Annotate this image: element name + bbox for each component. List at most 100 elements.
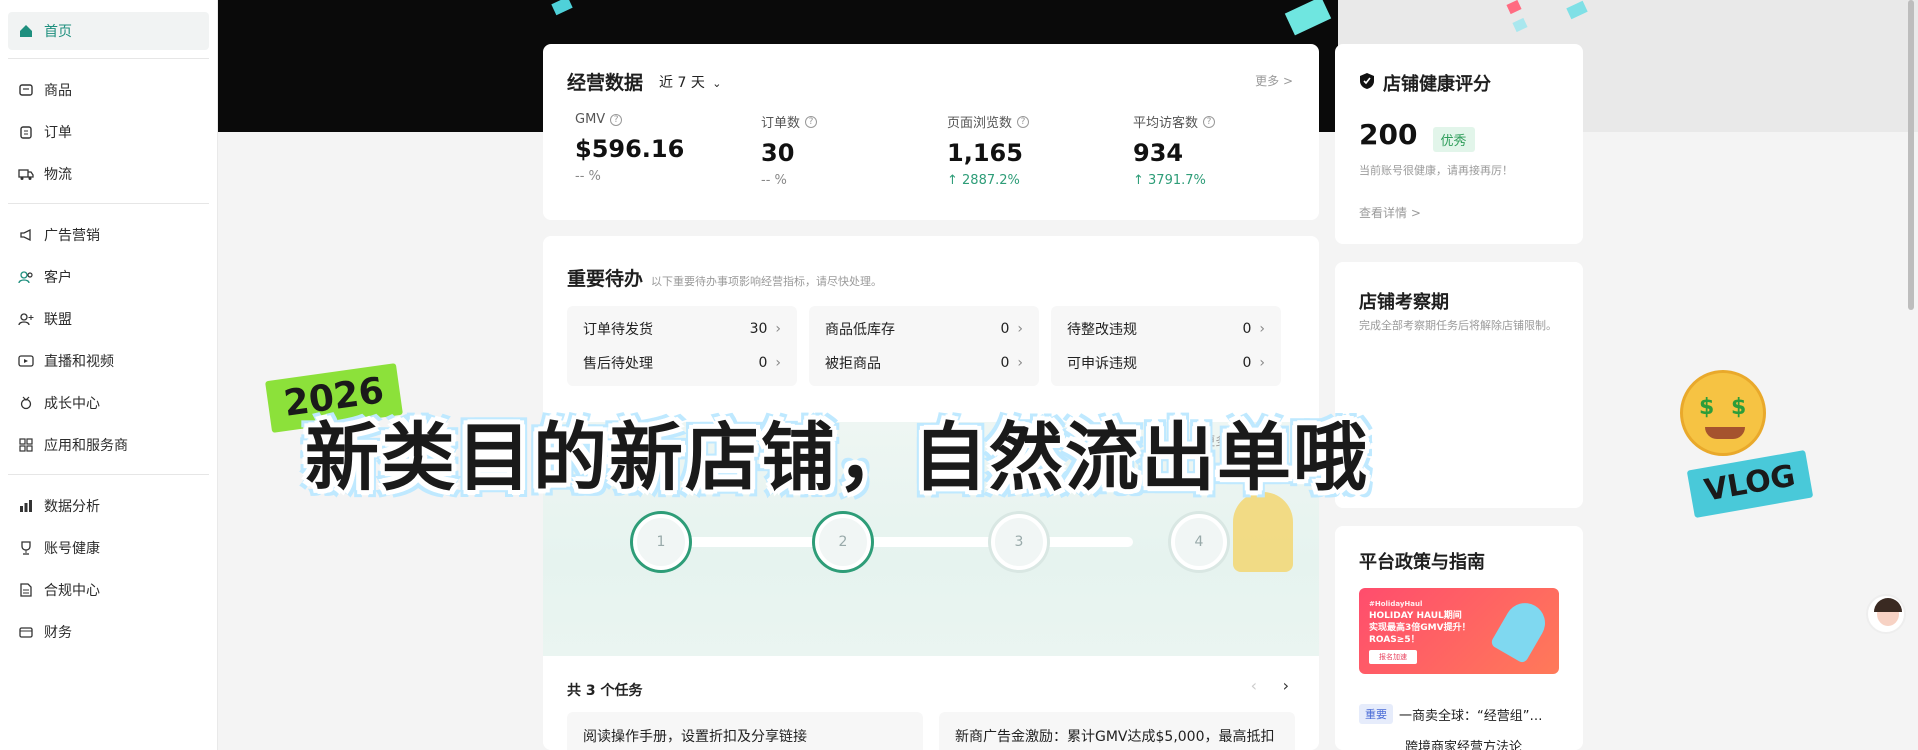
metric-avg-visitors: 平均访客数? 934 ↑ 3791.7% (1133, 112, 1313, 188)
todo-label: 待整改违规 (1067, 322, 1137, 338)
todo-title: 重要待办 (567, 268, 644, 290)
chevron-right-icon: › (1259, 355, 1265, 371)
metric-change: ↑ 3791.7% (1133, 173, 1206, 188)
todo-cell: 商品低库存 0 › 被拒商品 0 › (809, 306, 1039, 386)
health-desc: 当前账号很健康，请再接再厉！ (1359, 164, 1513, 177)
milestone-2[interactable]: 2 (815, 514, 871, 570)
date-range-select[interactable]: 近 7 天 ⌄ (659, 72, 721, 92)
metric-value: 934 (1133, 139, 1184, 167)
confetti-shape (1284, 0, 1332, 36)
truck-icon (18, 166, 34, 182)
sidebar-item-compliance[interactable]: 合规中心 (0, 569, 217, 611)
metric-value: 30 (761, 139, 795, 167)
box-icon (18, 82, 34, 98)
policy-banner[interactable]: #HolidayHaul HOLIDAY HAUL期间 实现最高3倍GMV提升！… (1359, 588, 1559, 674)
sidebar-item-label: 成长中心 (44, 396, 100, 412)
todo-item[interactable]: 可申诉违规 0 › (1051, 346, 1281, 380)
store-health-title: 店铺健康评分 (1383, 74, 1491, 95)
sidebar-item-label: 物流 (44, 167, 72, 183)
rocket-illustration (1489, 595, 1553, 665)
task-text: 阅读操作手册，设置折扣及分享链接 (583, 729, 807, 745)
todo-item[interactable]: 被拒商品 0 › (809, 346, 1039, 380)
prev-arrow-icon[interactable]: ‹ (1251, 676, 1257, 695)
banner-cta-button[interactable]: 报名加速 (1369, 650, 1417, 664)
help-icon[interactable]: ? (1017, 115, 1030, 128)
metric-value: $596.16 (575, 135, 685, 163)
sidebar-item-growth[interactable]: 成长中心 (0, 382, 217, 424)
sidebar-item-affiliate[interactable]: 联盟 (0, 298, 217, 340)
sidebar-item-customers[interactable]: 客户 (0, 256, 217, 298)
banner-line: #HolidayHaul (1369, 600, 1423, 608)
policy-item[interactable]: 跨境商家经营方法论 (1405, 736, 1522, 750)
more-link[interactable]: 更多 > (1255, 72, 1293, 89)
chevron-right-icon: › (1017, 321, 1023, 337)
sidebar-item-label: 客户 (44, 270, 72, 286)
probation-title: 店铺考察期 (1359, 292, 1449, 313)
store-health-card: 店铺健康评分 200 优秀 当前账号很健康，请再接再厉！ 查看详情 > (1335, 44, 1583, 244)
sidebar-item-label: 联盟 (44, 312, 72, 328)
sidebar-item-orders[interactable]: 订单 (0, 111, 217, 153)
metric-label: 订单数 (761, 116, 801, 131)
sidebar-item-label: 合规中心 (44, 583, 100, 599)
milestone-number: 4 (1194, 534, 1204, 550)
banner-line: ROAS≥5！ (1369, 635, 1420, 645)
video-icon (18, 353, 34, 369)
help-icon[interactable]: ? (805, 115, 818, 128)
milestone-3[interactable]: 3 (991, 514, 1047, 570)
probation-desc: 完成全部考察期任务后将解除店铺限制。 (1359, 319, 1557, 332)
metric-change: -- % (575, 169, 601, 184)
chevron-down-icon: ⌄ (712, 76, 722, 90)
milestone-4[interactable]: 4 (1171, 514, 1227, 570)
metric-change: -- % (761, 173, 787, 188)
sidebar-item-label: 商品 (44, 83, 72, 99)
todo-label: 商品低库存 (825, 322, 895, 338)
task-card[interactable]: 阅读操作手册，设置折扣及分享链接 (567, 712, 923, 750)
sidebar-divider (8, 58, 209, 59)
help-icon[interactable]: ? (1203, 115, 1216, 128)
tasks-title: 共 3 个任务 (567, 683, 643, 699)
megaphone-icon (18, 227, 34, 243)
apps-icon (18, 437, 34, 453)
user-plus-icon (18, 311, 34, 327)
todo-cell: 待整改违规 0 › 可申诉违规 0 › (1051, 306, 1281, 386)
sidebar-item-live-video[interactable]: 直播和视频 (0, 340, 217, 382)
todo-item[interactable]: 商品低库存 0 › (809, 312, 1039, 346)
metric-change: ↑ 2887.2% (947, 173, 1020, 188)
next-arrow-icon[interactable]: › (1283, 676, 1289, 695)
todo-subtitle: 以下重要待办事项影响经营指标，请尽快处理。 (651, 275, 883, 288)
users-icon (18, 269, 34, 285)
sidebar-item-analytics[interactable]: 数据分析 (0, 485, 217, 527)
todo-label: 售后待处理 (583, 356, 653, 372)
milestone-track (663, 537, 1133, 547)
todo-count: 0 (1000, 355, 1010, 371)
todo-item[interactable]: 待整改违规 0 › (1051, 312, 1281, 346)
sidebar-divider (8, 203, 209, 204)
sidebar-item-label: 应用和服务商 (44, 438, 128, 454)
todo-item[interactable]: 售后待处理 0 › (567, 346, 797, 380)
todo-count: 0 (758, 355, 768, 371)
health-details-link[interactable]: 查看详情 > (1359, 204, 1421, 221)
todo-item[interactable]: 订单待发货 30 › (567, 312, 797, 346)
page-scrollbar[interactable] (1908, 0, 1914, 310)
todo-count: 0 (1242, 355, 1252, 371)
todo-cell: 订单待发货 30 › 售后待处理 0 › (567, 306, 797, 386)
sidebar-item-marketing[interactable]: 广告营销 (0, 214, 217, 256)
home-icon (18, 23, 34, 39)
sidebar-item-label: 账号健康 (44, 541, 100, 557)
sidebar-item-account-health[interactable]: 账号健康 (0, 527, 217, 569)
probation-card: 店铺考察期 完成全部考察期任务后将解除店铺限制。 (1335, 262, 1583, 508)
chevron-right-icon: › (1017, 355, 1023, 371)
sidebar-item-products[interactable]: 商品 (0, 69, 217, 111)
sidebar-divider (8, 474, 209, 475)
metric-label: 页面浏览数 (947, 116, 1013, 131)
policy-item[interactable]: 重要 一商卖全球：“经营组”… (1359, 704, 1542, 724)
sidebar-item-home[interactable]: 首页 (8, 12, 209, 50)
sidebar-item-logistics[interactable]: 物流 (0, 153, 217, 195)
sidebar-item-label: 直播和视频 (44, 354, 114, 370)
help-icon[interactable]: ? (610, 113, 623, 126)
milestone-1[interactable]: 1 (633, 514, 689, 570)
sidebar-item-finance[interactable]: 财务 (0, 611, 217, 653)
sidebar-item-apps[interactable]: 应用和服务商 (0, 424, 217, 466)
assistant-avatar[interactable] (1866, 594, 1906, 634)
task-card[interactable]: 新商广告金激励：累计GMV达成$5,000，最高抵扣 (939, 712, 1295, 750)
